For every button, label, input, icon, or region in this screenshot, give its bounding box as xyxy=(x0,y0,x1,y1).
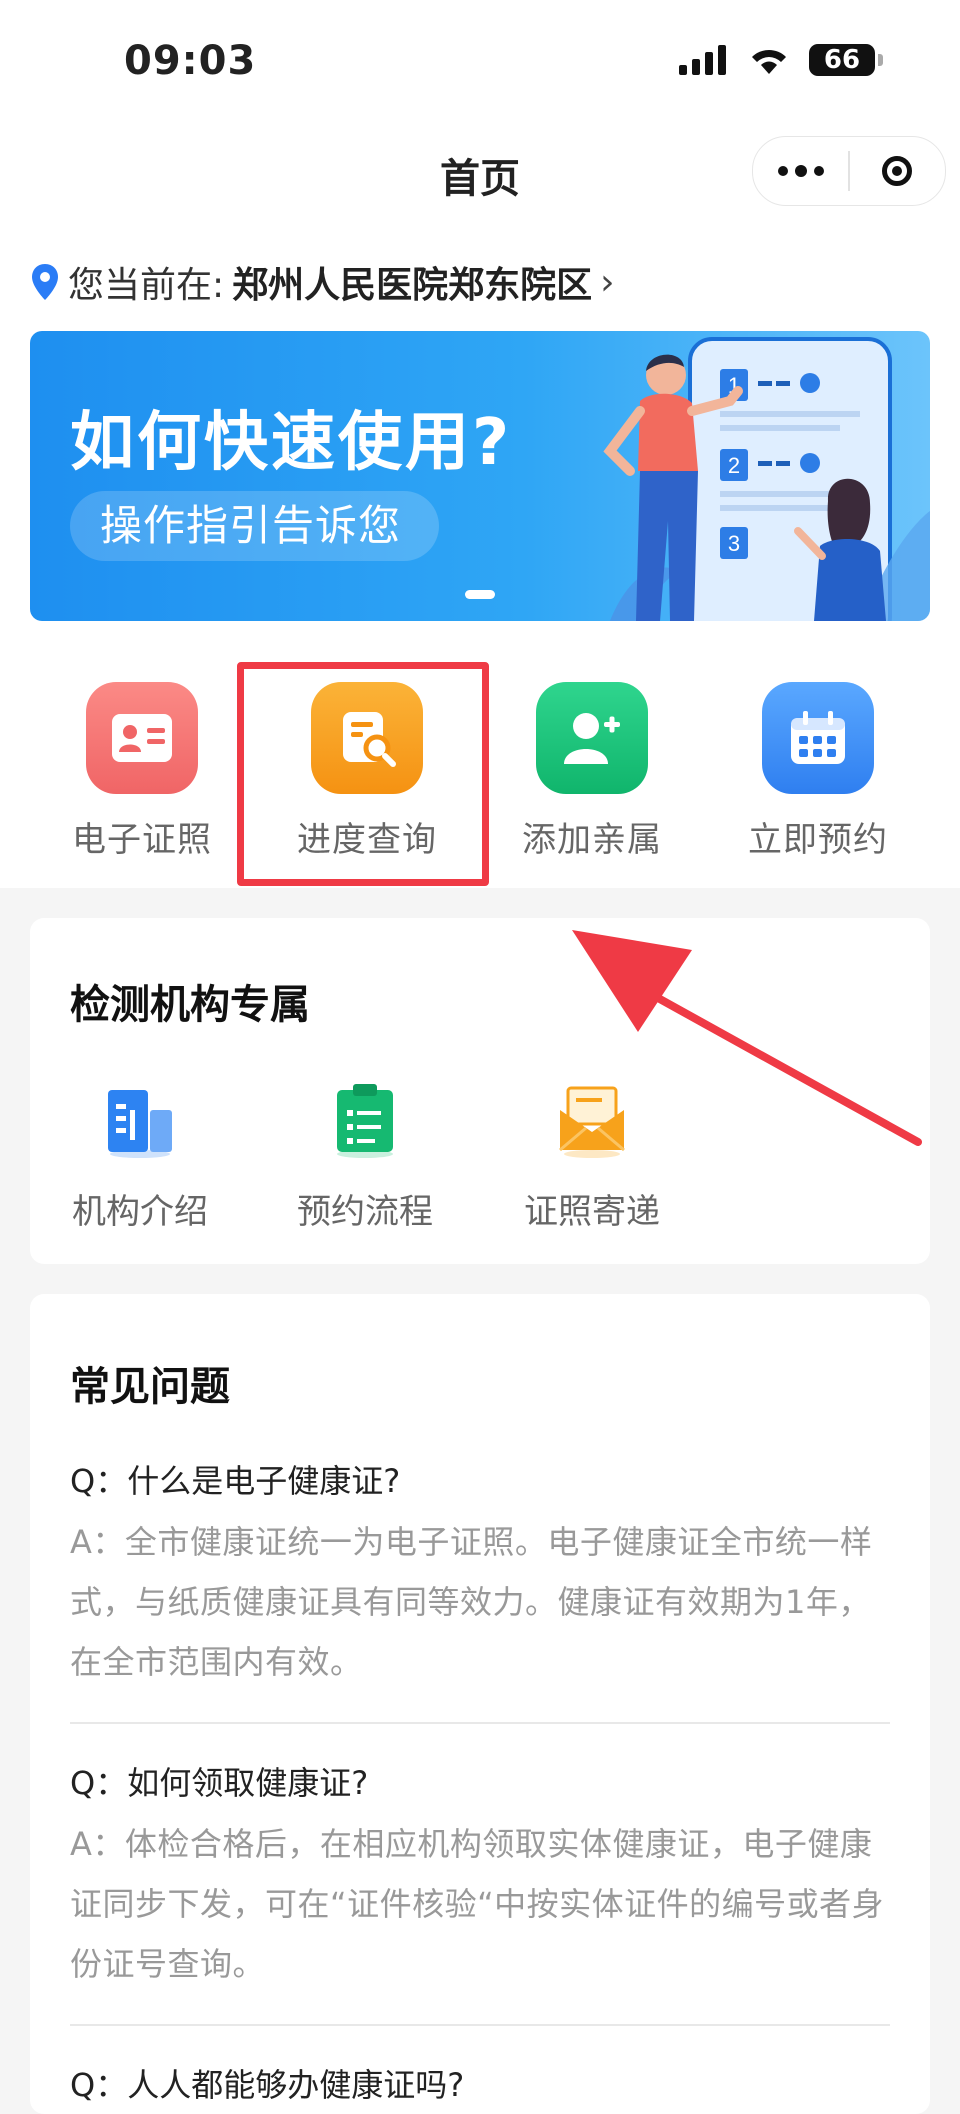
more-dots-icon xyxy=(777,164,824,177)
current-location[interactable]: 您当前在: 郑州人民医院郑东院区 › xyxy=(30,256,615,308)
quick-item-book-now[interactable]: 立即预约 xyxy=(718,682,918,861)
location-label: 您当前在: xyxy=(68,265,225,306)
guide-banner[interactable]: 如何快速使用? 操作指引告诉您 1 2 3 xyxy=(30,331,930,621)
status-icons: 66 xyxy=(679,44,883,76)
id-card-icon xyxy=(86,682,198,794)
more-menu-button[interactable] xyxy=(753,137,848,205)
wifi-icon xyxy=(752,49,786,74)
battery-indicator: 66 xyxy=(809,44,883,76)
chevron-right-icon: › xyxy=(600,261,615,303)
mini-program-capsule xyxy=(752,136,946,206)
faq-question[interactable]: Q：如何领取健康证? xyxy=(70,1758,368,1804)
highlight-box-annotation xyxy=(237,662,489,886)
target-close-icon xyxy=(882,156,913,186)
service-item-booking-process[interactable]: 预约流程 xyxy=(270,1080,460,1233)
section-title: 检测机构专属 xyxy=(70,982,310,1028)
building-icon xyxy=(108,1090,172,1158)
service-item-label: 证照寄递 xyxy=(524,1192,660,1232)
section-title: 常见问题 xyxy=(70,1364,230,1410)
faq-question[interactable]: Q：什么是电子健康证? xyxy=(70,1456,400,1502)
quick-item-label: 电子证照 xyxy=(72,820,212,860)
banner-illustration: 1 2 3 xyxy=(603,337,930,621)
status-time: 09:03 xyxy=(124,38,257,84)
quick-item-label: 立即预约 xyxy=(748,820,888,860)
signal-icon xyxy=(679,45,726,75)
service-item-label: 预约流程 xyxy=(297,1192,433,1232)
location-pin-icon xyxy=(32,264,58,300)
svg-text:2: 2 xyxy=(728,453,740,478)
faq-question[interactable]: Q：人人都能够办健康证吗? xyxy=(70,2060,464,2106)
service-item-label: 机构介绍 xyxy=(72,1192,208,1232)
quick-item-label: 添加亲属 xyxy=(522,820,662,860)
faq-divider xyxy=(70,1722,890,1724)
annotation-arrow xyxy=(572,930,922,1146)
faq-divider xyxy=(70,2024,890,2026)
faq-answer: A：全市健康证统一为电子证照。电子健康证全市统一样式，与纸质健康证具有同等效力。… xyxy=(70,1523,873,1681)
quick-item-e-license[interactable]: 电子证照 xyxy=(42,682,242,861)
faq-answer: A：体检合格后，在相应机构领取实体健康证，电子健康证同步下发，可在“证件核验“中… xyxy=(70,1825,885,1983)
quick-item-add-relative[interactable]: 添加亲属 xyxy=(492,682,692,861)
banner-title: 如何快速使用? xyxy=(70,406,513,480)
close-mini-program-button[interactable] xyxy=(850,137,945,205)
svg-text:3: 3 xyxy=(728,531,740,556)
carousel-indicator xyxy=(465,590,495,599)
service-item-institution-intro[interactable]: 机构介绍 xyxy=(45,1080,235,1233)
add-user-icon xyxy=(536,682,648,794)
clipboard-icon xyxy=(337,1084,393,1158)
calendar-icon xyxy=(762,682,874,794)
hospital-name: 郑州人民医院郑东院区 xyxy=(232,265,593,306)
banner-subtitle: 操作指引告诉您 xyxy=(70,491,440,561)
